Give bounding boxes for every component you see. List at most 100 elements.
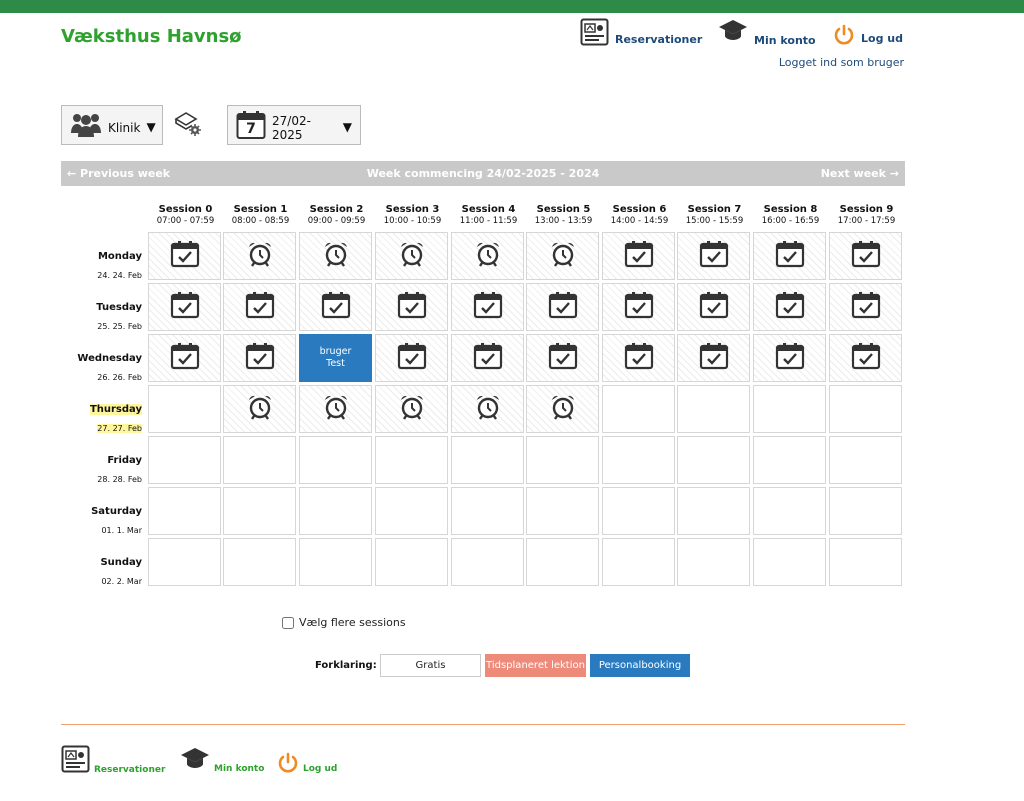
session-cell xyxy=(753,487,826,535)
session-cell[interactable] xyxy=(451,283,524,331)
session-cell[interactable] xyxy=(223,385,296,433)
session-cell[interactable] xyxy=(526,283,599,331)
session-cell[interactable] xyxy=(677,283,750,331)
day-name: Sunday xyxy=(100,557,142,568)
legend-free: Gratis xyxy=(380,654,481,677)
alarm-clock-icon xyxy=(246,393,274,425)
footer-my-account-label: Min konto xyxy=(214,764,265,774)
session-cell[interactable] xyxy=(753,232,826,280)
footer-logout[interactable]: Log ud xyxy=(277,752,337,777)
calendar-check-icon xyxy=(624,291,654,323)
date-dropdown-arrow-icon: ▼ xyxy=(342,120,352,134)
next-week-link[interactable]: Next week → xyxy=(821,167,899,180)
session-cell[interactable] xyxy=(526,385,599,433)
week-navigation-bar: ← Previous week Week commencing 24/02-20… xyxy=(61,161,905,186)
session-time: 10:00 - 10:59 xyxy=(383,216,442,226)
session-cell[interactable] xyxy=(299,232,372,280)
session-time: 07:00 - 07:59 xyxy=(156,216,215,226)
settings-icon[interactable] xyxy=(174,111,202,141)
day-label: Saturday 01. 1. Mar xyxy=(61,499,142,537)
session-cell[interactable] xyxy=(451,334,524,382)
day-date: 26. 26. Feb xyxy=(97,373,142,382)
session-cell[interactable] xyxy=(829,232,902,280)
session-time: 11:00 - 11:59 xyxy=(459,216,518,226)
calendar-date-icon: 7 xyxy=(236,110,266,140)
footer-reservations[interactable]: Reservationer xyxy=(61,745,165,776)
day-label: Thursday 27. 27. Feb xyxy=(61,397,142,435)
booking-user: bruger xyxy=(319,346,352,357)
session-cell[interactable] xyxy=(299,283,372,331)
day-label: Wednesday 26. 26. Feb xyxy=(61,346,142,384)
session-cell[interactable] xyxy=(677,232,750,280)
multi-select-checkbox[interactable] xyxy=(282,616,294,629)
calendar-check-icon xyxy=(699,291,729,323)
session-header: Session 6 14:00 - 14:59 xyxy=(602,204,677,226)
session-cell xyxy=(602,385,675,433)
session-cell xyxy=(223,538,296,586)
session-cell[interactable] xyxy=(829,334,902,382)
footer-my-account[interactable]: Min konto xyxy=(180,746,265,774)
session-cell[interactable] xyxy=(375,334,448,382)
session-cell xyxy=(375,487,448,535)
session-name: Session 3 xyxy=(385,204,440,215)
day-name: Monday xyxy=(97,251,142,262)
nav-logout[interactable]: Log ud xyxy=(833,24,903,49)
session-cell[interactable] xyxy=(753,283,826,331)
session-cell[interactable] xyxy=(223,334,296,382)
session-cell[interactable] xyxy=(375,385,448,433)
session-cell[interactable] xyxy=(148,283,221,331)
session-cell[interactable] xyxy=(526,334,599,382)
top-accent-bar xyxy=(0,0,1024,13)
session-time: 14:00 - 14:59 xyxy=(610,216,669,226)
nav-reservations[interactable]: Reservationer xyxy=(580,18,702,49)
calendar-check-icon xyxy=(548,291,578,323)
session-cell[interactable] xyxy=(602,232,675,280)
session-cell xyxy=(451,436,524,484)
session-cell xyxy=(753,385,826,433)
session-cell xyxy=(829,436,902,484)
session-cell xyxy=(148,538,221,586)
users-group-icon xyxy=(70,111,102,140)
calendar-check-icon xyxy=(851,240,881,272)
session-cell xyxy=(677,436,750,484)
alarm-clock-icon xyxy=(322,393,350,425)
multi-select-label: Vælg flere sessions xyxy=(299,616,406,629)
session-cell[interactable] xyxy=(223,232,296,280)
session-cell xyxy=(148,487,221,535)
session-cell[interactable] xyxy=(829,283,902,331)
session-cell[interactable] xyxy=(602,334,675,382)
graduation-cap-icon xyxy=(718,18,748,45)
session-cell xyxy=(223,436,296,484)
session-cell[interactable] xyxy=(299,385,372,433)
session-cell[interactable] xyxy=(223,283,296,331)
session-cell[interactable] xyxy=(148,334,221,382)
day-label: Monday 24. 24. Feb xyxy=(61,244,142,282)
nav-my-account[interactable]: Min konto xyxy=(718,16,816,47)
session-cell[interactable] xyxy=(375,283,448,331)
day-label: Sunday 02. 2. Mar xyxy=(61,550,142,588)
session-cell xyxy=(602,487,675,535)
day-date: 25. 25. Feb xyxy=(97,322,142,331)
calendar-check-icon xyxy=(397,342,427,374)
session-cell[interactable] xyxy=(753,334,826,382)
graduation-cap-icon xyxy=(180,746,210,773)
session-cell[interactable] xyxy=(148,232,221,280)
session-cell[interactable] xyxy=(375,232,448,280)
calendar-check-icon xyxy=(397,291,427,323)
session-cell[interactable] xyxy=(602,283,675,331)
day-name: Saturday xyxy=(91,506,142,517)
session-time: 16:00 - 16:59 xyxy=(761,216,820,226)
location-select[interactable]: Klinik ▼ xyxy=(61,105,163,145)
date-select[interactable]: 7 27/02-2025 ▼ xyxy=(227,105,361,145)
session-cell xyxy=(677,538,750,586)
booking-cell[interactable]: bruger Test xyxy=(299,334,372,382)
session-cell[interactable] xyxy=(526,232,599,280)
session-cell[interactable] xyxy=(451,232,524,280)
calendar-check-icon xyxy=(245,291,275,323)
day-label: Tuesday 25. 25. Feb xyxy=(61,295,142,333)
multi-select-option[interactable]: Vælg flere sessions xyxy=(282,616,406,629)
session-cell xyxy=(753,436,826,484)
session-cell[interactable] xyxy=(451,385,524,433)
session-cell xyxy=(299,538,372,586)
session-cell[interactable] xyxy=(677,334,750,382)
